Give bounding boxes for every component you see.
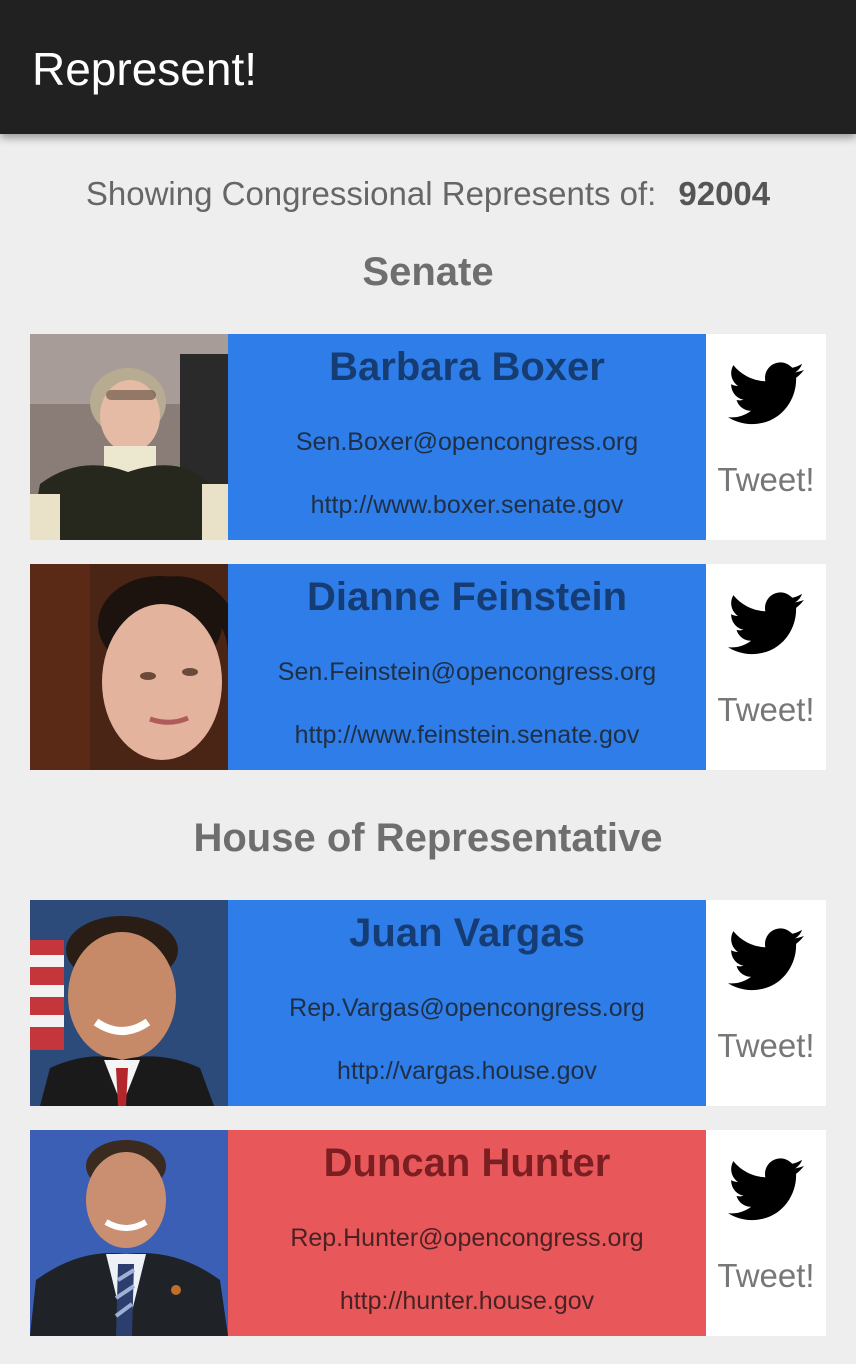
location-line: Showing Congressional Represents of: 9200… — [0, 172, 856, 216]
rep-photo — [30, 564, 228, 770]
zip-code: 92004 — [678, 175, 771, 212]
rep-website[interactable]: http://www.feinstein.senate.gov — [228, 719, 706, 751]
tweet-button[interactable]: Tweet! — [706, 564, 826, 770]
location-label: Showing Congressional Represents of: — [85, 175, 657, 212]
rep-website[interactable]: http://vargas.house.gov — [228, 1055, 706, 1087]
rep-info-panel: Barbara Boxer Sen.Boxer@opencongress.org… — [228, 334, 706, 540]
tweet-label: Tweet! — [717, 1027, 815, 1064]
tweet-button[interactable]: Tweet! — [706, 334, 826, 540]
rep-info-panel: Duncan Hunter Rep.Hunter@opencongress.or… — [228, 1130, 706, 1336]
app-title: Represent! — [32, 43, 258, 95]
rep-email[interactable]: Rep.Vargas@opencongress.org — [228, 992, 706, 1024]
rep-info-panel: Juan Vargas Rep.Vargas@opencongress.org … — [228, 900, 706, 1106]
rep-info-panel: Dianne Feinstein Sen.Feinstein@opencongr… — [228, 564, 706, 770]
rep-card-feinstein[interactable]: Dianne Feinstein Sen.Feinstein@opencongr… — [30, 564, 826, 770]
rep-website[interactable]: http://www.boxer.senate.gov — [228, 489, 706, 521]
tweet-button[interactable]: Tweet! — [706, 1130, 826, 1336]
rep-name[interactable]: Duncan Hunter — [228, 1138, 706, 1188]
rep-email[interactable]: Sen.Feinstein@opencongress.org — [228, 656, 706, 688]
twitter-bird-icon — [728, 1158, 804, 1222]
rep-email[interactable]: Rep.Hunter@opencongress.org — [228, 1222, 706, 1254]
rep-name[interactable]: Dianne Feinstein — [228, 572, 706, 622]
twitter-bird-icon — [728, 928, 804, 992]
rep-card-vargas[interactable]: Juan Vargas Rep.Vargas@opencongress.org … — [30, 900, 826, 1106]
rep-card-hunter[interactable]: Duncan Hunter Rep.Hunter@opencongress.or… — [30, 1130, 826, 1336]
senate-heading: Senate — [362, 250, 494, 294]
twitter-bird-icon — [728, 592, 804, 656]
tweet-label: Tweet! — [717, 461, 815, 498]
rep-photo — [30, 334, 228, 540]
tweet-button[interactable]: Tweet! — [706, 900, 826, 1106]
rep-name[interactable]: Juan Vargas — [228, 908, 706, 958]
tweet-label: Tweet! — [717, 691, 815, 728]
rep-email[interactable]: Sen.Boxer@opencongress.org — [228, 426, 706, 458]
rep-photo — [30, 900, 228, 1106]
rep-card-boxer[interactable]: Barbara Boxer Sen.Boxer@opencongress.org… — [30, 334, 826, 540]
house-heading: House of Representative — [193, 816, 663, 860]
rep-photo — [30, 1130, 228, 1336]
rep-website[interactable]: http://hunter.house.gov — [228, 1285, 706, 1317]
tweet-label: Tweet! — [717, 1257, 815, 1294]
app-bar: Represent! — [0, 0, 856, 134]
rep-name[interactable]: Barbara Boxer — [228, 342, 706, 392]
twitter-bird-icon — [728, 362, 804, 426]
